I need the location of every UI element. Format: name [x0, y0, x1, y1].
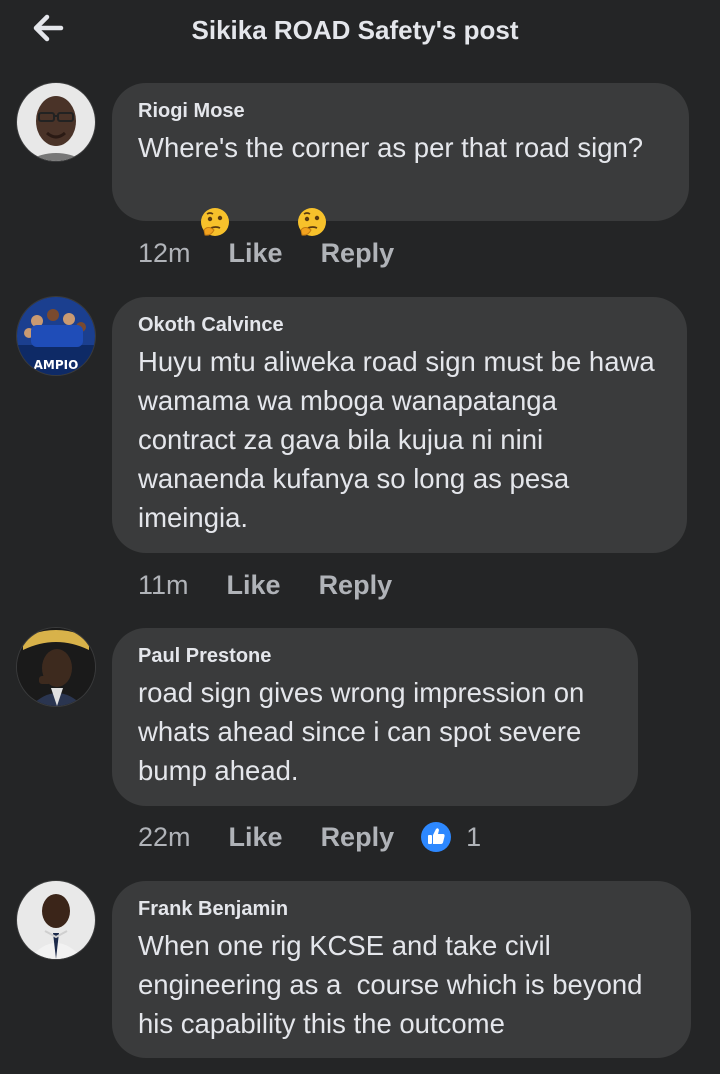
- thumbs-up-icon: [421, 822, 452, 852]
- comment-time: 11m: [138, 569, 189, 600]
- reaction-count: 1: [466, 821, 482, 852]
- avatar-text: AMPIO: [34, 358, 79, 372]
- comment-bubble: Okoth Calvince Huyu mtu aliweka road sig…: [112, 297, 687, 553]
- comment-text: Huyu mtu aliweka road sign must be hawa …: [138, 346, 663, 533]
- comment-bubble: Riogi Mose Where's the corner as per tha…: [112, 83, 689, 236]
- comment-author[interactable]: Riogi Mose: [138, 100, 663, 122]
- comment-author[interactable]: Paul Prestone: [138, 645, 612, 667]
- comment-actions: 11m Like Reply: [138, 565, 392, 605]
- comment-bubble: Paul Prestone road sign gives wrong impr…: [112, 628, 638, 806]
- avatar[interactable]: [17, 628, 95, 706]
- page-title: Sikika ROAD Safety's post: [191, 15, 519, 45]
- avatar[interactable]: [17, 881, 95, 959]
- avatar[interactable]: AMPIO: [17, 297, 95, 375]
- like-button[interactable]: Like: [229, 822, 283, 853]
- comment-bubble: Frank Benjamin When one rig KCSE and tak…: [112, 881, 691, 1058]
- reaction-summary[interactable]: 1: [420, 821, 481, 853]
- comment-author[interactable]: Frank Benjamin: [138, 898, 665, 920]
- comment-time: 22m: [138, 821, 191, 852]
- comment-actions: 22m Like Reply 1: [138, 817, 481, 857]
- like-button[interactable]: Like: [227, 570, 281, 601]
- reply-button[interactable]: Reply: [321, 238, 395, 269]
- comment-author[interactable]: Okoth Calvince: [138, 314, 661, 336]
- like-button[interactable]: Like: [229, 238, 283, 269]
- top-bar: Sikika ROAD Safety's post: [0, 0, 720, 64]
- avatar[interactable]: [17, 83, 95, 161]
- reply-button[interactable]: Reply: [319, 570, 393, 601]
- comment-actions: 12m Like Reply: [138, 233, 394, 273]
- reply-button[interactable]: Reply: [321, 822, 395, 853]
- comment-time: 12m: [138, 237, 191, 268]
- comment-text: road sign gives wrong impression on what…: [138, 677, 592, 786]
- comment-text: When one rig KCSE and take civil enginee…: [138, 930, 651, 1039]
